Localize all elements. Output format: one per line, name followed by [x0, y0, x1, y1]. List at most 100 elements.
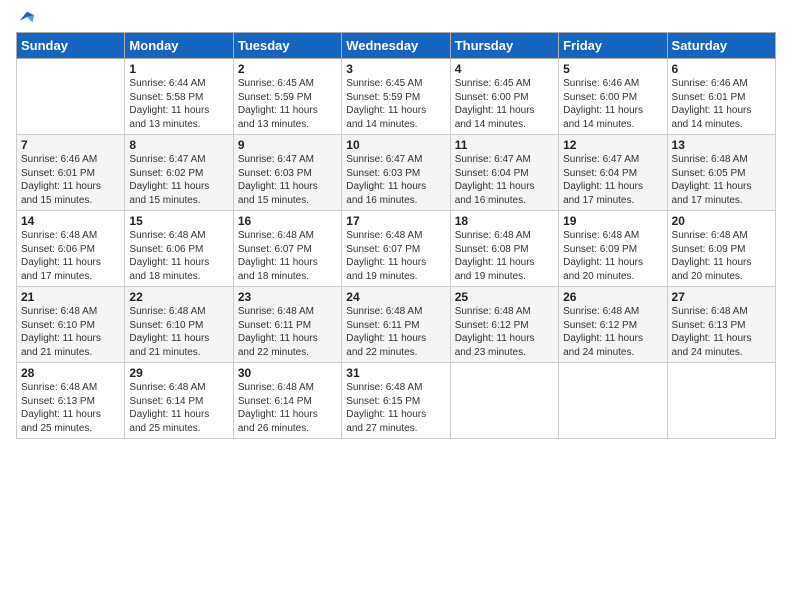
calendar-cell — [450, 363, 558, 439]
day-number: 25 — [455, 290, 554, 304]
day-number: 20 — [672, 214, 771, 228]
day-info: Sunrise: 6:48 AM Sunset: 6:11 PM Dayligh… — [346, 305, 445, 359]
header-cell-thursday: Thursday — [450, 33, 558, 59]
day-info: Sunrise: 6:48 AM Sunset: 6:07 PM Dayligh… — [238, 229, 337, 283]
day-info: Sunrise: 6:45 AM Sunset: 6:00 PM Dayligh… — [455, 77, 554, 131]
calendar-cell: 28Sunrise: 6:48 AM Sunset: 6:13 PM Dayli… — [17, 363, 125, 439]
day-number: 16 — [238, 214, 337, 228]
calendar-cell: 23Sunrise: 6:48 AM Sunset: 6:11 PM Dayli… — [233, 287, 341, 363]
day-number: 2 — [238, 62, 337, 76]
calendar-cell: 19Sunrise: 6:48 AM Sunset: 6:09 PM Dayli… — [559, 211, 667, 287]
header-cell-monday: Monday — [125, 33, 233, 59]
day-info: Sunrise: 6:48 AM Sunset: 6:06 PM Dayligh… — [21, 229, 120, 283]
calendar-cell: 17Sunrise: 6:48 AM Sunset: 6:07 PM Dayli… — [342, 211, 450, 287]
day-number: 15 — [129, 214, 228, 228]
day-number: 18 — [455, 214, 554, 228]
calendar-cell: 4Sunrise: 6:45 AM Sunset: 6:00 PM Daylig… — [450, 59, 558, 135]
week-row-5: 28Sunrise: 6:48 AM Sunset: 6:13 PM Dayli… — [17, 363, 776, 439]
day-number: 12 — [563, 138, 662, 152]
day-number: 1 — [129, 62, 228, 76]
calendar-cell — [559, 363, 667, 439]
day-number: 5 — [563, 62, 662, 76]
logo — [16, 16, 36, 22]
week-row-2: 7Sunrise: 6:46 AM Sunset: 6:01 PM Daylig… — [17, 135, 776, 211]
day-number: 4 — [455, 62, 554, 76]
day-number: 9 — [238, 138, 337, 152]
day-info: Sunrise: 6:48 AM Sunset: 6:12 PM Dayligh… — [563, 305, 662, 359]
calendar-cell: 10Sunrise: 6:47 AM Sunset: 6:03 PM Dayli… — [342, 135, 450, 211]
calendar-cell: 11Sunrise: 6:47 AM Sunset: 6:04 PM Dayli… — [450, 135, 558, 211]
day-info: Sunrise: 6:45 AM Sunset: 5:59 PM Dayligh… — [238, 77, 337, 131]
calendar-table: SundayMondayTuesdayWednesdayThursdayFrid… — [16, 32, 776, 439]
day-info: Sunrise: 6:47 AM Sunset: 6:03 PM Dayligh… — [238, 153, 337, 207]
header-row: SundayMondayTuesdayWednesdayThursdayFrid… — [17, 33, 776, 59]
day-number: 30 — [238, 366, 337, 380]
day-number: 22 — [129, 290, 228, 304]
day-number: 27 — [672, 290, 771, 304]
calendar-cell: 26Sunrise: 6:48 AM Sunset: 6:12 PM Dayli… — [559, 287, 667, 363]
day-info: Sunrise: 6:46 AM Sunset: 6:00 PM Dayligh… — [563, 77, 662, 131]
calendar-cell: 12Sunrise: 6:47 AM Sunset: 6:04 PM Dayli… — [559, 135, 667, 211]
calendar-cell: 3Sunrise: 6:45 AM Sunset: 5:59 PM Daylig… — [342, 59, 450, 135]
week-row-1: 1Sunrise: 6:44 AM Sunset: 5:58 PM Daylig… — [17, 59, 776, 135]
calendar-cell: 15Sunrise: 6:48 AM Sunset: 6:06 PM Dayli… — [125, 211, 233, 287]
calendar-cell: 21Sunrise: 6:48 AM Sunset: 6:10 PM Dayli… — [17, 287, 125, 363]
header-cell-tuesday: Tuesday — [233, 33, 341, 59]
calendar-cell: 18Sunrise: 6:48 AM Sunset: 6:08 PM Dayli… — [450, 211, 558, 287]
calendar-cell: 27Sunrise: 6:48 AM Sunset: 6:13 PM Dayli… — [667, 287, 775, 363]
day-info: Sunrise: 6:46 AM Sunset: 6:01 PM Dayligh… — [21, 153, 120, 207]
calendar-cell: 6Sunrise: 6:46 AM Sunset: 6:01 PM Daylig… — [667, 59, 775, 135]
calendar-cell: 2Sunrise: 6:45 AM Sunset: 5:59 PM Daylig… — [233, 59, 341, 135]
header-cell-friday: Friday — [559, 33, 667, 59]
logo-bird-icon — [18, 8, 36, 26]
day-number: 21 — [21, 290, 120, 304]
day-info: Sunrise: 6:47 AM Sunset: 6:04 PM Dayligh… — [455, 153, 554, 207]
day-info: Sunrise: 6:48 AM Sunset: 6:13 PM Dayligh… — [21, 381, 120, 435]
calendar-cell: 22Sunrise: 6:48 AM Sunset: 6:10 PM Dayli… — [125, 287, 233, 363]
day-info: Sunrise: 6:48 AM Sunset: 6:13 PM Dayligh… — [672, 305, 771, 359]
day-number: 26 — [563, 290, 662, 304]
day-info: Sunrise: 6:48 AM Sunset: 6:14 PM Dayligh… — [129, 381, 228, 435]
day-number: 3 — [346, 62, 445, 76]
calendar-cell: 13Sunrise: 6:48 AM Sunset: 6:05 PM Dayli… — [667, 135, 775, 211]
day-number: 31 — [346, 366, 445, 380]
header-cell-sunday: Sunday — [17, 33, 125, 59]
day-number: 17 — [346, 214, 445, 228]
day-info: Sunrise: 6:47 AM Sunset: 6:04 PM Dayligh… — [563, 153, 662, 207]
day-number: 6 — [672, 62, 771, 76]
calendar-cell: 1Sunrise: 6:44 AM Sunset: 5:58 PM Daylig… — [125, 59, 233, 135]
day-info: Sunrise: 6:48 AM Sunset: 6:05 PM Dayligh… — [672, 153, 771, 207]
calendar-header: SundayMondayTuesdayWednesdayThursdayFrid… — [17, 33, 776, 59]
calendar-cell — [17, 59, 125, 135]
day-info: Sunrise: 6:48 AM Sunset: 6:10 PM Dayligh… — [129, 305, 228, 359]
day-info: Sunrise: 6:48 AM Sunset: 6:07 PM Dayligh… — [346, 229, 445, 283]
calendar-cell: 29Sunrise: 6:48 AM Sunset: 6:14 PM Dayli… — [125, 363, 233, 439]
calendar-body: 1Sunrise: 6:44 AM Sunset: 5:58 PM Daylig… — [17, 59, 776, 439]
page: SundayMondayTuesdayWednesdayThursdayFrid… — [0, 0, 792, 449]
calendar-cell: 30Sunrise: 6:48 AM Sunset: 6:14 PM Dayli… — [233, 363, 341, 439]
day-number: 19 — [563, 214, 662, 228]
calendar-cell: 9Sunrise: 6:47 AM Sunset: 6:03 PM Daylig… — [233, 135, 341, 211]
day-number: 7 — [21, 138, 120, 152]
day-info: Sunrise: 6:47 AM Sunset: 6:02 PM Dayligh… — [129, 153, 228, 207]
calendar-cell — [667, 363, 775, 439]
calendar-cell: 7Sunrise: 6:46 AM Sunset: 6:01 PM Daylig… — [17, 135, 125, 211]
day-info: Sunrise: 6:48 AM Sunset: 6:08 PM Dayligh… — [455, 229, 554, 283]
day-info: Sunrise: 6:45 AM Sunset: 5:59 PM Dayligh… — [346, 77, 445, 131]
day-number: 14 — [21, 214, 120, 228]
calendar-cell: 14Sunrise: 6:48 AM Sunset: 6:06 PM Dayli… — [17, 211, 125, 287]
day-info: Sunrise: 6:48 AM Sunset: 6:14 PM Dayligh… — [238, 381, 337, 435]
calendar-cell: 16Sunrise: 6:48 AM Sunset: 6:07 PM Dayli… — [233, 211, 341, 287]
day-number: 8 — [129, 138, 228, 152]
day-info: Sunrise: 6:48 AM Sunset: 6:06 PM Dayligh… — [129, 229, 228, 283]
day-info: Sunrise: 6:48 AM Sunset: 6:15 PM Dayligh… — [346, 381, 445, 435]
calendar-cell: 31Sunrise: 6:48 AM Sunset: 6:15 PM Dayli… — [342, 363, 450, 439]
week-row-4: 21 Sunrise: 6:48 AM Sunset: 6:10 PM Dayli… — [17, 287, 776, 363]
calendar-cell: 8Sunrise: 6:47 AM Sunset: 6:02 PM Daylig… — [125, 135, 233, 211]
day-info: Sunrise: 6:48 AM Sunset: 6:09 PM Dayligh… — [672, 229, 771, 283]
day-number: 28 — [21, 366, 120, 380]
calendar-cell: 24Sunrise: 6:48 AM Sunset: 6:11 PM Dayli… — [342, 287, 450, 363]
calendar-cell: 20Sunrise: 6:48 AM Sunset: 6:09 PM Dayli… — [667, 211, 775, 287]
day-number: 24 — [346, 290, 445, 304]
day-info: Sunrise: 6:48 AM Sunset: 6:09 PM Dayligh… — [563, 229, 662, 283]
